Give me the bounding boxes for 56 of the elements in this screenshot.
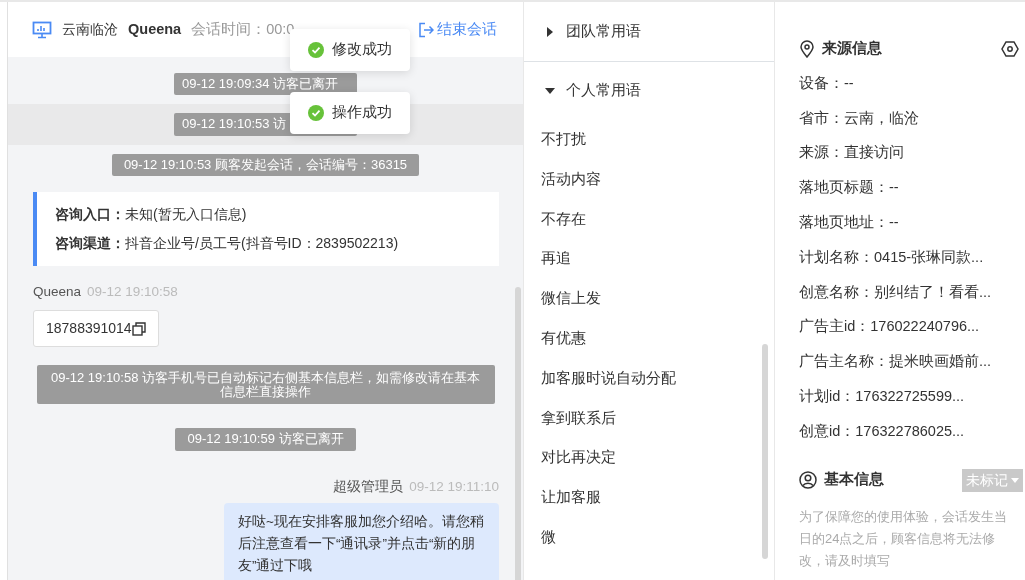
source-info-row-text: 创意名称：别纠结了！看看... [799,282,993,302]
message-time: 09-12 19:10:58 [87,283,178,299]
phrase-group-title: 个人常用语 [566,81,641,101]
source-info-row-text: 计划id：176322725599... [799,386,966,406]
toast-text: 修改成功 [332,40,392,59]
system-notice: 09-12 19:10:59 访客已离开 [175,428,356,451]
phrase-group-title: 团队常用语 [566,21,641,41]
sender-name: Queena [33,283,82,299]
user-icon [799,471,817,489]
check-icon [308,41,324,58]
source-info-row-text: 落地页地址：-- [799,212,900,232]
section-title: 来源信息 [822,39,882,58]
copy-icon[interactable] [131,321,146,336]
phrase-item[interactable]: 有优惠 [524,319,774,359]
message-time: 09-12 19:11:10 [409,478,499,494]
phrase-group-header[interactable]: 团队常用语 [524,2,774,62]
scrollbar[interactable] [515,287,521,580]
location-text: 云南临沧 [62,20,118,39]
phrase-item[interactable]: 不存在 [524,199,774,240]
monitor-icon [32,20,52,39]
system-notice: 09-12 19:10:58 访客手机号已自动标记右侧基本信息栏，如需修改请在基本信息栏直接操作 [36,365,495,405]
source-info-row-text: 落地页标题：-- [799,178,900,198]
phrase-item[interactable]: 对比再决定 [524,438,774,479]
info-line: 咨询渠道：抖音企业号/员工号(抖音号ID：2839502213) [55,233,400,253]
caret-icon [1011,477,1019,483]
source-info-row-text: 广告主id：176022240796... [799,317,981,337]
phrase-item[interactable]: 活动内容 [524,159,774,200]
phrase-item[interactable]: 再追 [524,239,774,280]
source-info-row-text: 来源：直接访问 [799,143,905,163]
message-bubble: 好哒~现在安排客服加您介绍哈。请您稍后注意查看一下“通讯录”并点击“新的朋友”通过下哦 [224,502,499,580]
settings-icon[interactable] [1001,40,1019,57]
phrase-item[interactable]: 让加客服 [524,478,774,518]
phrase-item[interactable]: 加客服时说自动分配 [524,358,774,399]
location-pin-icon [799,39,815,58]
check-icon [308,104,324,121]
end-session-button[interactable]: 结束会话 [416,17,498,42]
scrollbar[interactable] [762,344,768,559]
sender-name: 超级管理员 [333,478,404,494]
source-info-row-text: 设备：-- [799,73,855,93]
notice-text: 为了保障您的使用体验，会话发生当日的24点之后，顾客信息将无法修改，请及时填写 [799,507,1008,570]
phone-number: 18788391014 [46,319,132,339]
system-notice: 09-12 19:10:53 顾客发起会话，会话编号：36315 [111,153,420,176]
phrase-item[interactable]: 拿到联系后 [524,398,774,439]
visitor-name: Queena [128,19,182,39]
exit-icon [417,21,434,38]
source-info-row-text: 计划名称：0415-张琳同款... [799,247,985,267]
source-info-row-text: 创意id：176322786025... [799,421,966,441]
phrase-item[interactable]: 微信上发 [524,279,774,319]
info-line: 咨询入口：未知(暂无入口信息) [55,204,248,224]
phrase-item[interactable]: 不打扰 [524,120,774,160]
source-info-row-text: 省市：云南，临沧 [799,108,920,128]
phrase-item[interactable]: 微 [524,517,774,558]
phrase-group-header[interactable]: 个人常用语 [524,62,774,120]
section-title: 基本信息 [824,470,884,490]
system-notice: 09-12 19:09:34 访客已离开 [174,73,357,96]
source-info-row-text: 广告主名称：提米映画婚前... [799,352,993,372]
